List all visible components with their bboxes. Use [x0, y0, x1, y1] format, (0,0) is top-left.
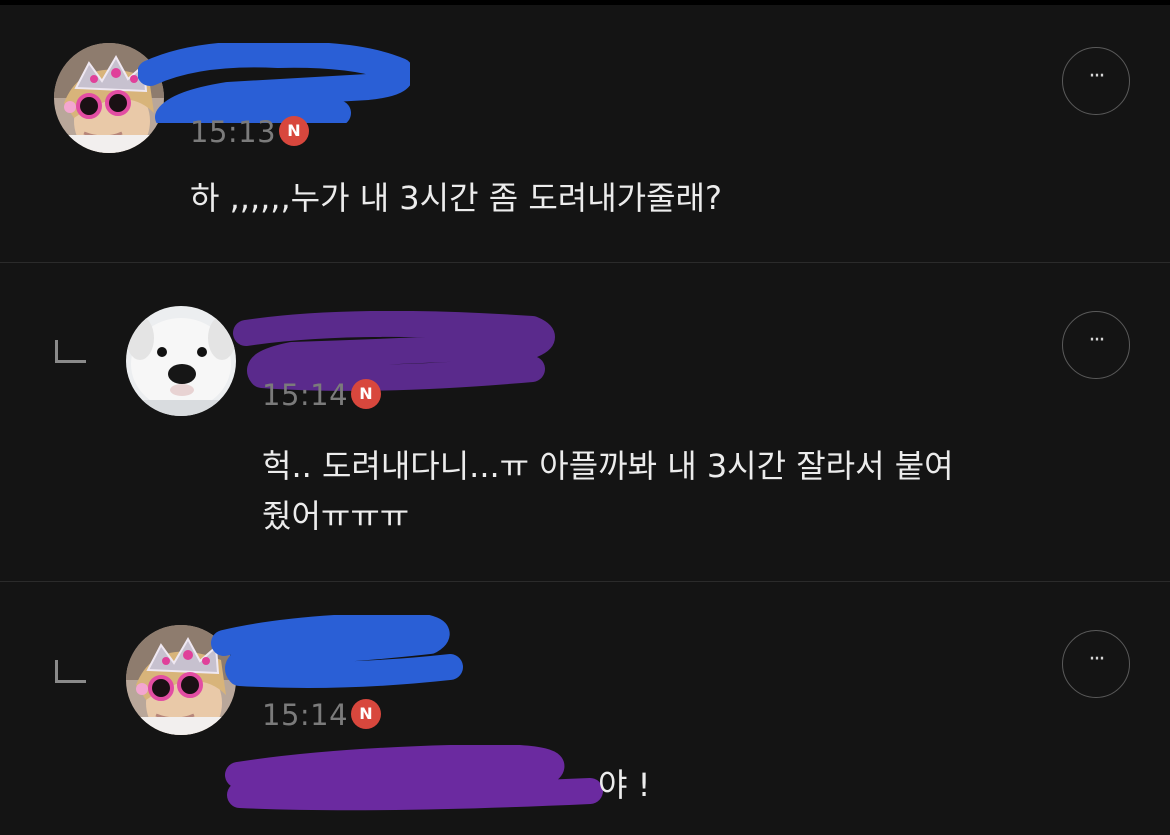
divider	[0, 581, 1170, 582]
comment-time: 15:14	[262, 378, 349, 412]
comment-text: 헉.. 도려내다니...ㅠ 아플까봐 내 3시간 잘라서 붙여 줬어ㅠㅠㅠ	[262, 447, 954, 535]
avatar[interactable]	[126, 306, 236, 416]
comment-time: 15:14	[262, 698, 349, 732]
puppy-avatar-icon	[126, 306, 236, 416]
reply-indicator-icon	[55, 340, 86, 363]
redacted-username	[138, 43, 410, 123]
new-badge: N	[279, 116, 309, 146]
more-options-button[interactable]: ···	[1062, 630, 1130, 698]
redacted-username	[211, 615, 463, 688]
comment-text: 하 ,,,,,,누가 내 3시간 좀 도려내가줄래?	[190, 179, 722, 217]
more-options-button[interactable]: ···	[1062, 311, 1130, 379]
reply-indicator-icon	[55, 660, 86, 683]
new-badge: N	[351, 379, 381, 409]
more-options-button[interactable]: ···	[1062, 47, 1130, 115]
divider	[0, 262, 1170, 263]
comment-text: 야 !	[598, 766, 651, 804]
comment-time: 15:13	[190, 115, 277, 149]
comment-thread: 15:13 N 하 ,,,,,,누가 내 3시간 좀 도려내가줄래? ··· 1…	[0, 5, 1170, 835]
new-badge: N	[351, 699, 381, 729]
redacted-comment-text	[225, 745, 603, 811]
